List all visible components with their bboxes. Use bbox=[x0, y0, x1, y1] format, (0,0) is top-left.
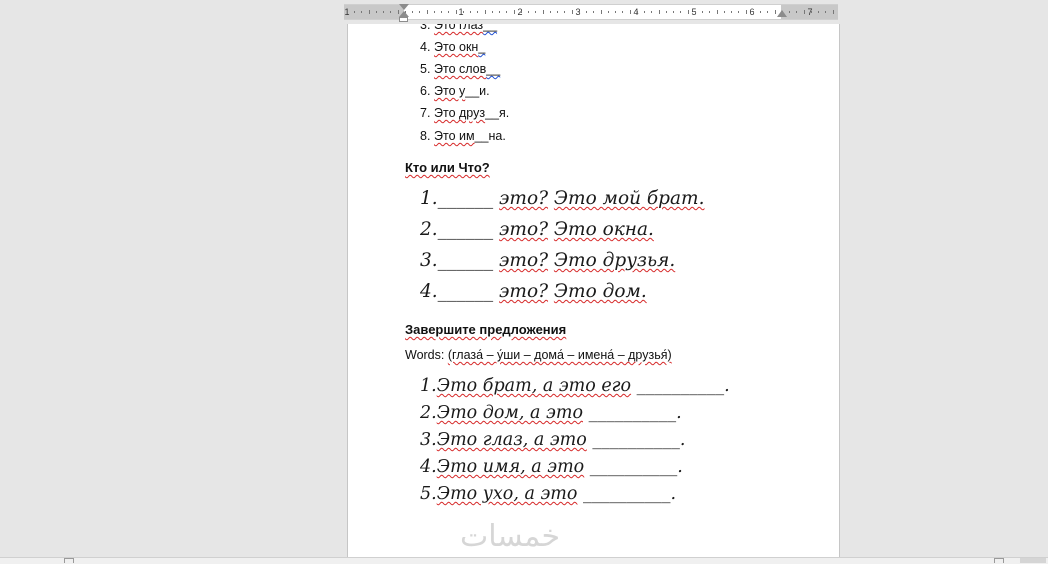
ruler-tick bbox=[825, 11, 827, 13]
ruler-tick bbox=[752, 11, 754, 13]
cursive-exercise-line: 5.Это ухо, а это __________. bbox=[420, 484, 677, 504]
ruler-tick bbox=[644, 11, 645, 13]
list-item: 6. Это у__и. bbox=[420, 84, 490, 98]
list-item: 4. Это окн_ bbox=[420, 40, 486, 54]
ruler-tick bbox=[738, 11, 740, 13]
cursive-exercise-line: 1.Это брат, а это его __________. bbox=[420, 376, 730, 396]
ruler-tick bbox=[629, 10, 631, 14]
ruler-tick bbox=[665, 11, 667, 13]
print-layout-icon[interactable] bbox=[994, 558, 1004, 563]
cursive-exercise-line: 4.______ это? Это дом. bbox=[420, 281, 647, 302]
ruler-tick bbox=[455, 10, 457, 14]
ruler-tick bbox=[622, 11, 624, 13]
zoom-slider[interactable] bbox=[1020, 558, 1046, 563]
ruler-tick bbox=[368, 10, 370, 14]
word-bank: Words: (глаза́ – у́ши – дома́ – имена́ –… bbox=[405, 348, 672, 362]
section-heading: Завершите предложения bbox=[405, 322, 567, 337]
ruler-tick bbox=[702, 11, 703, 13]
ruler-tick bbox=[549, 11, 551, 13]
list-item: 5. Это слов__ bbox=[420, 62, 501, 76]
watermark-logo: خمسات bbox=[460, 519, 561, 554]
cursive-exercise-line: 2.______ это? Это окна. bbox=[420, 219, 654, 240]
ruler-tick bbox=[426, 10, 428, 14]
ruler-tick bbox=[796, 11, 798, 13]
ruler-tick bbox=[499, 11, 500, 13]
ruler-tick bbox=[818, 11, 819, 13]
ruler-tick bbox=[673, 11, 674, 13]
ruler-tick bbox=[571, 10, 573, 14]
ruler-tick bbox=[528, 11, 529, 13]
ruler-tick bbox=[361, 11, 363, 13]
ruler-tick bbox=[789, 11, 790, 13]
ruler-tick bbox=[709, 11, 711, 13]
ruler-tick bbox=[491, 11, 493, 13]
ruler-tick bbox=[542, 10, 544, 14]
ruler-tick bbox=[448, 11, 450, 13]
ruler-tick bbox=[412, 11, 413, 13]
ruler-tick bbox=[687, 10, 689, 14]
ruler-tick bbox=[767, 11, 769, 13]
horizontal-ruler[interactable]: 1 1 2 3 4 5 6 7 bbox=[344, 4, 838, 20]
ruler-tick bbox=[636, 11, 638, 13]
list-item: 8. Это им__на. bbox=[420, 129, 506, 143]
right-indent-marker[interactable] bbox=[777, 10, 787, 17]
ruler-tick bbox=[433, 11, 435, 13]
cursive-exercise-line: 2.Это дом, а это __________. bbox=[420, 403, 682, 423]
ruler-tick bbox=[651, 11, 653, 13]
ruler-tick bbox=[419, 11, 421, 13]
ruler-tick bbox=[557, 11, 558, 13]
cursive-exercise-line: 3.______ это? Это друзья. bbox=[420, 250, 676, 271]
page-view-icon[interactable] bbox=[64, 558, 74, 563]
ruler-left-margin bbox=[344, 5, 404, 19]
ruler-tick bbox=[484, 10, 486, 14]
ruler-tick bbox=[354, 11, 355, 13]
ruler-tick bbox=[535, 11, 537, 13]
ruler-tick bbox=[745, 10, 747, 14]
ruler-tick bbox=[658, 10, 660, 14]
ruler-tick bbox=[832, 10, 834, 14]
ruler-tick bbox=[680, 11, 682, 13]
left-indent-marker[interactable] bbox=[399, 17, 408, 22]
first-line-indent-marker[interactable] bbox=[399, 4, 409, 10]
list-item: 7. Это друз__я. bbox=[420, 106, 510, 120]
ruler-tick bbox=[593, 11, 595, 13]
section-heading: Кто или Что? bbox=[405, 160, 490, 175]
ruler-tick bbox=[383, 11, 384, 13]
ruler-tick bbox=[607, 11, 609, 13]
ruler-tick bbox=[803, 10, 805, 14]
ruler-tick bbox=[462, 11, 464, 13]
list-item: 3. Это глаз__ bbox=[420, 24, 498, 32]
ruler-tick bbox=[470, 11, 471, 13]
document-page[interactable]: 3. Это глаз__ 4. Это окн_ 5. Это слов__ 6. Э… bbox=[347, 24, 840, 557]
ruler-tick bbox=[520, 11, 522, 13]
ruler-tick bbox=[600, 10, 602, 14]
ruler-tick bbox=[615, 11, 616, 13]
cursive-exercise-line: 1.______ это? Это мой брат. bbox=[420, 188, 705, 209]
ruler-tick bbox=[586, 11, 587, 13]
ruler-tick bbox=[760, 11, 761, 13]
ruler-tick bbox=[506, 11, 508, 13]
ruler-tick bbox=[774, 10, 776, 14]
ruler-number: 1 bbox=[344, 7, 350, 17]
ruler-tick bbox=[578, 11, 580, 13]
cursive-exercise-line: 3.Это глаз, а это __________. bbox=[420, 430, 686, 450]
ruler-tick bbox=[694, 11, 696, 13]
ruler-tick bbox=[731, 11, 732, 13]
cursive-exercise-line: 4.Это имя, а это __________. bbox=[420, 457, 683, 477]
ruler-tick bbox=[441, 11, 442, 13]
ruler-tick bbox=[477, 11, 479, 13]
ruler-tick bbox=[723, 11, 725, 13]
ruler-tick bbox=[513, 10, 515, 14]
ruler-tick bbox=[564, 11, 566, 13]
ruler-tick bbox=[810, 11, 812, 13]
ruler-tick bbox=[716, 10, 718, 14]
ruler-tick bbox=[390, 11, 392, 13]
ruler-tick bbox=[375, 11, 377, 13]
